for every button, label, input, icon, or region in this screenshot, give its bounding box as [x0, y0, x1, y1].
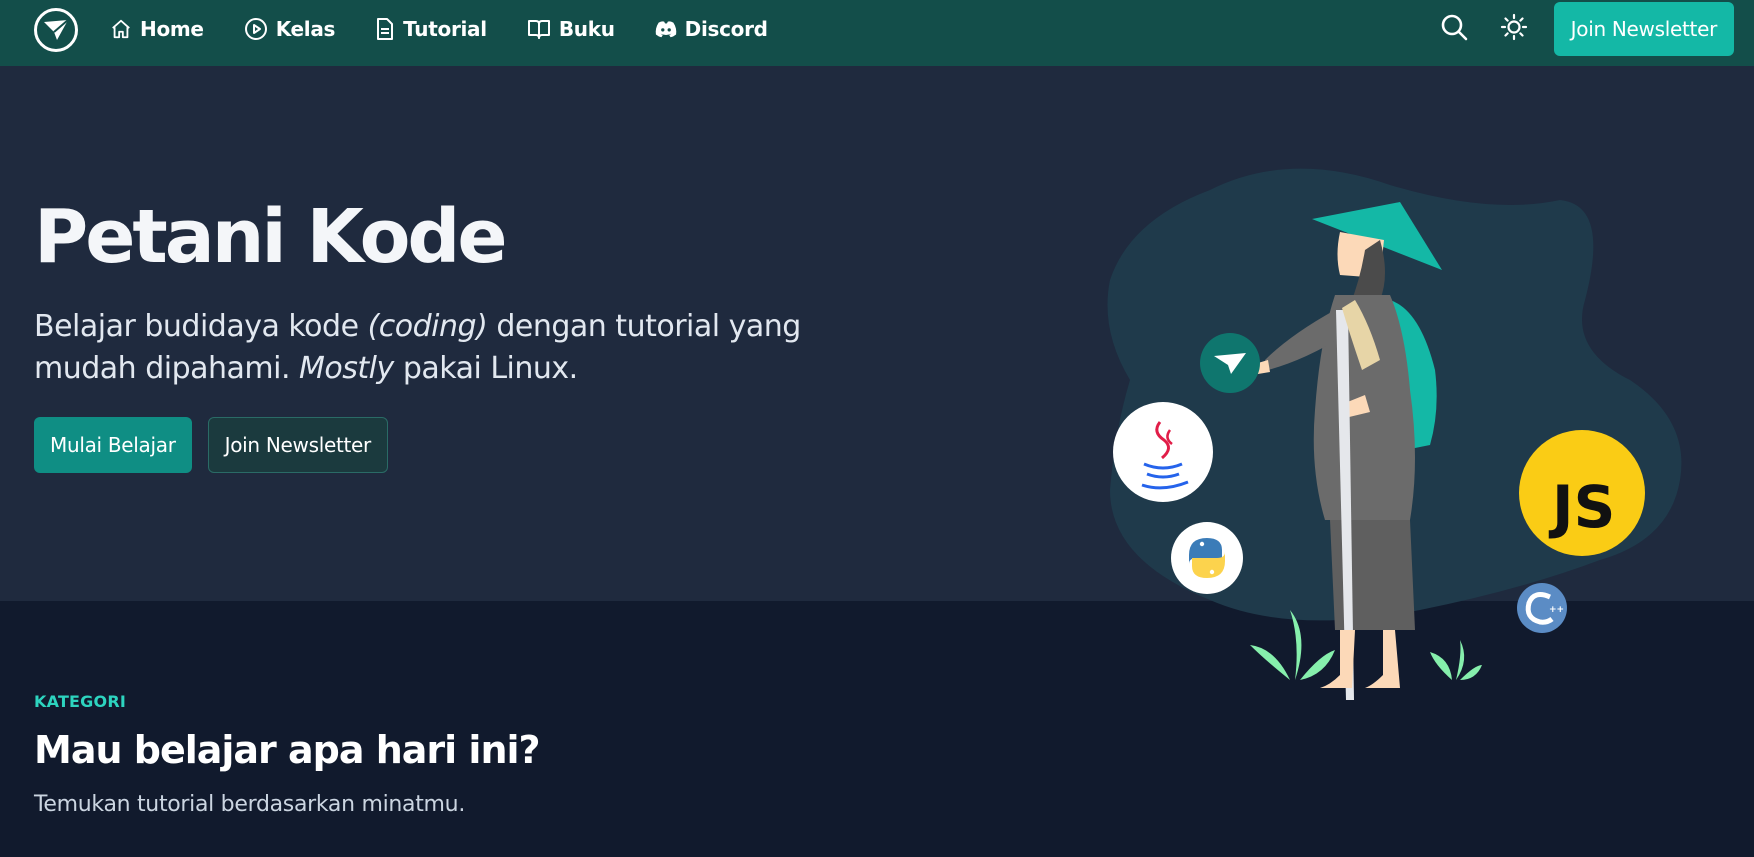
cplusplus-plus-icon: ++	[1549, 605, 1564, 615]
nav-item-home[interactable]: Home	[110, 17, 204, 41]
javascript-logo-icon: JS	[1519, 430, 1645, 556]
book-open-icon	[527, 18, 551, 40]
hero-subtitle-text: pakai Linux.	[393, 351, 578, 386]
nav-item-buku[interactable]: Buku	[527, 17, 615, 41]
mulai-belajar-button[interactable]: Mulai Belajar	[34, 417, 192, 473]
join-newsletter-nav-button[interactable]: Join Newsletter	[1553, 2, 1734, 56]
python-logo-icon	[1171, 522, 1243, 594]
petanikode-logo-icon[interactable]	[34, 8, 78, 52]
search-icon	[1440, 13, 1468, 46]
cplusplus-logo-icon: ++	[1517, 583, 1567, 633]
nav-item-label: Discord	[684, 17, 768, 41]
kategori-label: KATEGORI	[34, 692, 126, 711]
discord-icon	[655, 20, 677, 38]
join-newsletter-hero-button[interactable]: Join Newsletter	[207, 417, 388, 473]
top-navbar: Home Kelas Tutorial Buku Discord Join Ne…	[0, 0, 1754, 66]
search-button[interactable]	[1434, 9, 1474, 49]
kategori-description: Temukan tutorial berdasarkan minatmu.	[34, 792, 466, 817]
petanikode-badge-icon	[1200, 333, 1260, 393]
js-badge-text: JS	[1548, 473, 1615, 541]
hero-title: Petani Kode	[34, 194, 508, 280]
hero-subtitle-emphasis: (coding)	[367, 309, 488, 344]
hero-subtitle-text: Belajar budidaya kode	[34, 309, 368, 344]
nav-item-discord[interactable]: Discord	[655, 17, 768, 41]
hero-subtitle-emphasis: Mostly	[299, 351, 394, 386]
nav-item-kelas[interactable]: Kelas	[244, 17, 335, 41]
document-icon	[375, 17, 395, 41]
nav-item-tutorial[interactable]: Tutorial	[375, 17, 487, 41]
play-circle-icon	[244, 17, 268, 41]
java-logo-icon	[1113, 402, 1213, 502]
hero-illustration: JS ++	[1090, 160, 1720, 720]
nav-item-label: Tutorial	[403, 17, 487, 41]
home-icon	[110, 18, 132, 40]
nav-links: Home Kelas Tutorial Buku Discord	[110, 0, 808, 58]
nav-right: Join Newsletter	[1434, 0, 1734, 58]
hero-subtitle: Belajar budidaya kode (coding) dengan tu…	[34, 306, 894, 390]
nav-item-label: Home	[140, 17, 204, 41]
theme-toggle-button[interactable]	[1494, 9, 1534, 49]
nav-item-label: Buku	[558, 17, 615, 41]
plant-left-icon	[1250, 610, 1335, 680]
kategori-title: Mau belajar apa hari ini?	[34, 728, 541, 772]
sun-icon	[1500, 13, 1528, 46]
nav-item-label: Kelas	[275, 17, 336, 41]
hero-buttons: Mulai Belajar Join Newsletter	[34, 417, 388, 473]
plant-right-icon	[1430, 640, 1482, 680]
